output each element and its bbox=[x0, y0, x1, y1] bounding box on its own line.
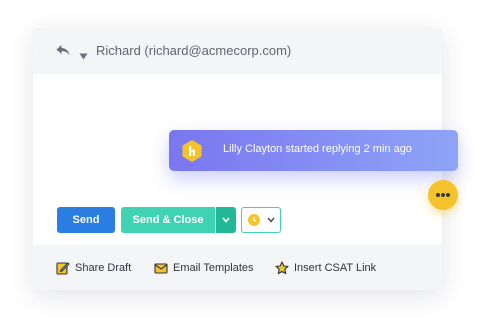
insert-csat-link-label: Insert CSAT Link bbox=[294, 262, 377, 274]
replying-notification: Lilly Clayton started replying 2 min ago bbox=[169, 130, 458, 171]
editor-footer: Share Draft Email Templates Insert CSAT … bbox=[33, 245, 442, 290]
notification-text: Lilly Clayton started replying 2 min ago bbox=[223, 143, 412, 155]
send-button[interactable]: Send bbox=[57, 207, 115, 233]
email-templates-label: Email Templates bbox=[173, 262, 254, 274]
reply-editor-card: Richard (richard@acmecorp.com) Lilly Cla… bbox=[33, 28, 458, 290]
send-close-button[interactable]: Send & Close bbox=[121, 207, 215, 233]
star-icon bbox=[275, 261, 289, 275]
send-options-dropdown[interactable] bbox=[216, 207, 236, 233]
typing-dots-icon[interactable] bbox=[428, 180, 458, 210]
chevron-down-icon bbox=[267, 217, 275, 223]
reply-header: Richard (richard@acmecorp.com) bbox=[33, 28, 442, 74]
reply-arrow-icon[interactable] bbox=[55, 42, 71, 58]
hexagon-logo-icon bbox=[181, 139, 203, 163]
share-draft-label: Share Draft bbox=[75, 262, 132, 274]
chevron-down-icon bbox=[222, 217, 230, 223]
caret-down-icon[interactable] bbox=[79, 47, 88, 60]
recipient-label: Richard (richard@acmecorp.com) bbox=[96, 43, 292, 58]
clock-icon bbox=[248, 214, 260, 226]
typing-dot bbox=[441, 193, 445, 197]
envelope-icon bbox=[154, 263, 168, 274]
typing-dot bbox=[446, 193, 450, 197]
typing-dot bbox=[436, 193, 440, 197]
edit-note-icon bbox=[56, 262, 70, 275]
snooze-dropdown[interactable] bbox=[241, 207, 281, 233]
